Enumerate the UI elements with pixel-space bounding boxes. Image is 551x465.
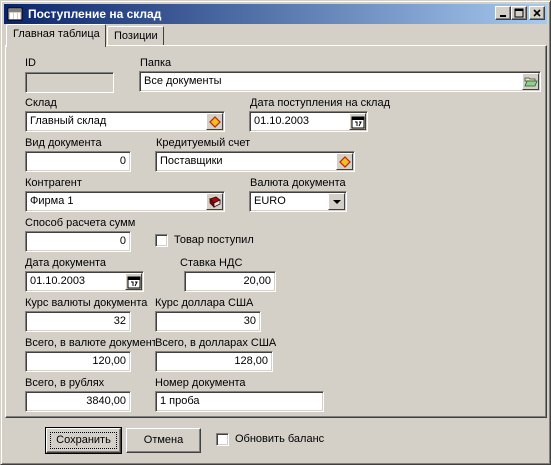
id-label: ID [25, 57, 36, 69]
tab-main-table[interactable]: Главная таблица [6, 24, 106, 47]
maximize-icon [514, 8, 524, 18]
doc-number-field[interactable]: 1 проба [155, 391, 324, 412]
counterparty-label: Контрагент [25, 177, 82, 189]
close-icon [533, 9, 541, 17]
update-balance-label[interactable]: Обновить баланс [235, 433, 324, 445]
calendar-icon [127, 276, 141, 289]
tab-positions[interactable]: Позиции [107, 26, 164, 46]
open-folder-icon [524, 77, 538, 87]
receipt-date-calendar-button[interactable] [349, 113, 366, 130]
warehouse-lookup-button[interactable] [206, 113, 223, 130]
folder-browse-button[interactable] [522, 73, 539, 90]
update-balance-checkbox[interactable] [216, 433, 229, 446]
currency-dropdown-button[interactable] [328, 193, 345, 210]
counterparty-field[interactable]: Фирма 1 [25, 191, 225, 212]
total-usd-field[interactable]: 128,00 [155, 351, 273, 372]
goods-received-checkbox[interactable] [155, 234, 168, 247]
save-button[interactable]: Сохранить [45, 427, 122, 454]
title-bar[interactable]: Поступление на склад [4, 4, 547, 24]
vat-rate-field[interactable]: 20,00 [184, 271, 276, 292]
lookup-diamond-icon [339, 156, 351, 168]
vat-rate-label: Ставка НДС [180, 257, 243, 269]
currency-select[interactable]: EURO [249, 191, 347, 212]
app-window-icon [7, 6, 23, 22]
maximize-button[interactable] [511, 6, 527, 20]
doc-date-label: Дата документа [25, 257, 107, 269]
doc-date-calendar-button[interactable] [125, 273, 142, 290]
total-doc-currency-field[interactable]: 120,00 [25, 351, 131, 372]
minimize-icon [500, 15, 506, 17]
window-title: Поступление на склад [28, 7, 162, 21]
calc-method-field[interactable]: 0 [25, 231, 131, 252]
folder-field[interactable]: Все документы [139, 71, 541, 92]
cancel-button-label: Отмена [143, 434, 184, 446]
doc-type-field[interactable]: 0 [25, 151, 131, 172]
receipt-date-field[interactable]: 01.10.2003 [249, 111, 368, 132]
usd-rate-label: Курс доллара США [155, 297, 254, 309]
doc-number-label: Номер документа [155, 377, 246, 389]
goods-received-label[interactable]: Товар поступил [174, 234, 254, 246]
usd-rate-field[interactable]: 30 [155, 311, 261, 332]
minimize-button[interactable] [495, 6, 511, 20]
document-window: Поступление на склад Главная таблица Поз… [0, 0, 551, 465]
lookup-diamond-icon [209, 116, 221, 128]
warehouse-field[interactable]: Главный склад [25, 111, 225, 132]
chevron-down-icon [333, 200, 341, 204]
total-doc-currency-label: Всего, в валюте документа [25, 337, 155, 349]
total-rub-field[interactable]: 3840,00 [25, 391, 131, 412]
calendar-icon [351, 116, 365, 129]
credit-account-lookup-button[interactable] [336, 153, 353, 170]
counterparty-book-button[interactable] [206, 193, 223, 210]
doc-date-field[interactable]: 01.10.2003 [25, 271, 144, 292]
close-button[interactable] [529, 6, 545, 20]
doc-currency-rate-label: Курс валюты документа [25, 297, 148, 309]
calc-method-label: Способ расчета сумм [25, 217, 136, 229]
id-field[interactable] [25, 72, 114, 93]
folder-label: Папка [140, 57, 172, 69]
total-rub-label: Всего, в рублях [25, 377, 105, 389]
doc-type-label: Вид документа [25, 137, 102, 149]
warehouse-label: Склад [25, 97, 57, 109]
book-icon [209, 196, 221, 208]
focus-rectangle [50, 432, 117, 449]
currency-label: Валюта документа [250, 177, 346, 189]
total-usd-label: Всего, в долларах США [155, 337, 277, 349]
credit-account-field[interactable]: Поставщики [155, 151, 355, 172]
receipt-date-label: Дата поступления на склад [250, 97, 391, 109]
credit-account-label: Кредитуемый счет [156, 137, 251, 149]
doc-currency-rate-field[interactable]: 32 [25, 311, 131, 332]
cancel-button[interactable]: Отмена [126, 428, 201, 453]
